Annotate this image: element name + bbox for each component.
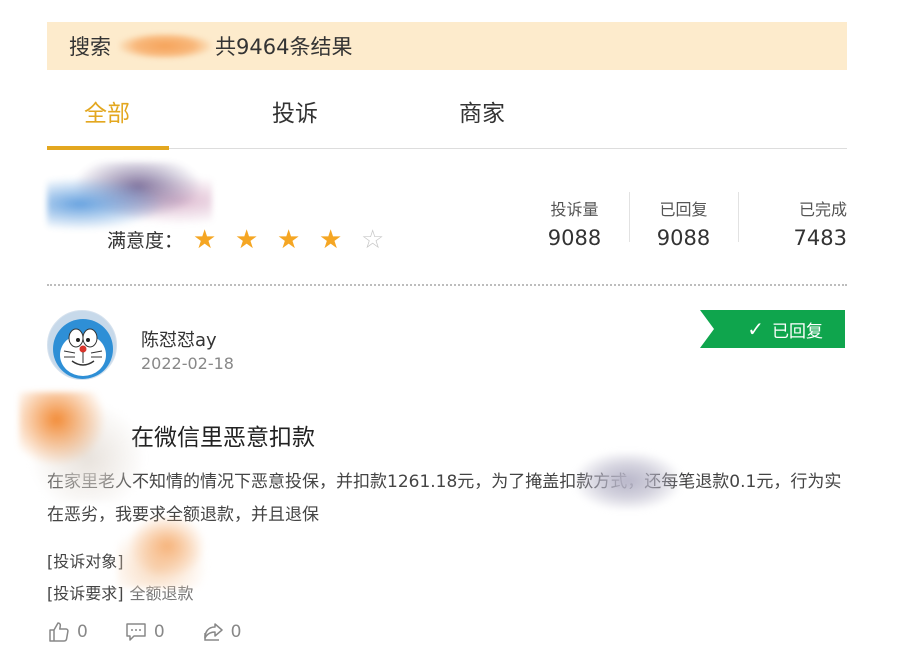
target-label: [投诉对象]	[47, 552, 124, 571]
search-result-count: 共9464条结果	[215, 35, 353, 59]
merchant-stats: 投诉量 9088 已回复 9088 已完成 7483	[520, 192, 847, 250]
stat-value: 9088	[547, 226, 602, 250]
redaction-blur	[575, 452, 680, 510]
star-filled-icon: ★	[193, 224, 217, 255]
stat-replied: 已回复 9088	[629, 192, 738, 250]
complaint-card[interactable]: 陈怼怼ay 2022-02-18 ✓ 已回复 在微信里恶意扣款 在家里老人不知情…	[19, 300, 847, 660]
redacted-merchant-logo	[47, 162, 212, 232]
stat-value: 7483	[793, 226, 847, 250]
star-filled-icon: ★	[277, 224, 301, 255]
user-name[interactable]: 陈怼怼ay	[141, 326, 217, 352]
tab-complaints[interactable]: 投诉	[272, 94, 318, 128]
star-filled-icon: ★	[235, 224, 259, 255]
share-count: 0	[230, 622, 242, 642]
like-button[interactable]: 0	[47, 620, 88, 644]
stat-label: 已完成	[798, 200, 847, 219]
section-divider	[47, 284, 847, 286]
tab-all[interactable]: 全部	[84, 94, 130, 128]
tab-merchants[interactable]: 商家	[459, 94, 505, 128]
like-count: 0	[77, 622, 88, 642]
comment-count: 0	[153, 622, 165, 642]
merchant-summary[interactable]: 满意度： ★ ★ ★ ★ ☆ 投诉量 9088 已回复 9088 已完成 748…	[47, 150, 847, 285]
stat-label: 投诉量	[550, 200, 599, 219]
complaint-title[interactable]: 在微信里恶意扣款	[131, 418, 315, 452]
action-bar: 0 0 0	[47, 620, 277, 644]
comment-button[interactable]: 0	[124, 620, 165, 644]
replied-status-badge: ✓ 已回复	[700, 310, 845, 348]
thumbs-up-icon	[49, 622, 69, 642]
search-summary-bar: 搜索 共9464条结果	[47, 22, 847, 70]
share-icon	[203, 623, 223, 641]
tab-bar: 全部 投诉 商家	[47, 76, 847, 150]
stat-complaints: 投诉量 9088	[520, 196, 629, 250]
post-date: 2022-02-18	[141, 354, 234, 373]
stat-label: 已回复	[659, 200, 708, 219]
stat-value: 9088	[656, 226, 711, 250]
satisfaction-label: 满意度：	[107, 230, 184, 252]
user-avatar[interactable]	[47, 310, 117, 380]
search-prefix: 搜索	[69, 35, 111, 59]
request-label: [投诉要求]	[47, 584, 124, 603]
redaction-blur	[19, 392, 144, 502]
comment-icon	[126, 623, 146, 641]
complaint-target: [投诉对象]	[47, 548, 124, 572]
star-empty-icon: ☆	[361, 224, 385, 255]
status-badge-label: 已回复	[772, 321, 823, 342]
share-button[interactable]: 0	[201, 620, 242, 644]
redacted-search-query	[119, 33, 211, 59]
redaction-blur	[117, 518, 217, 588]
stat-completed: 已完成 7483	[738, 192, 847, 250]
satisfaction-rating: 满意度： ★ ★ ★ ★ ☆	[107, 226, 403, 253]
check-icon: ✓	[747, 317, 764, 341]
star-filled-icon: ★	[319, 224, 343, 255]
